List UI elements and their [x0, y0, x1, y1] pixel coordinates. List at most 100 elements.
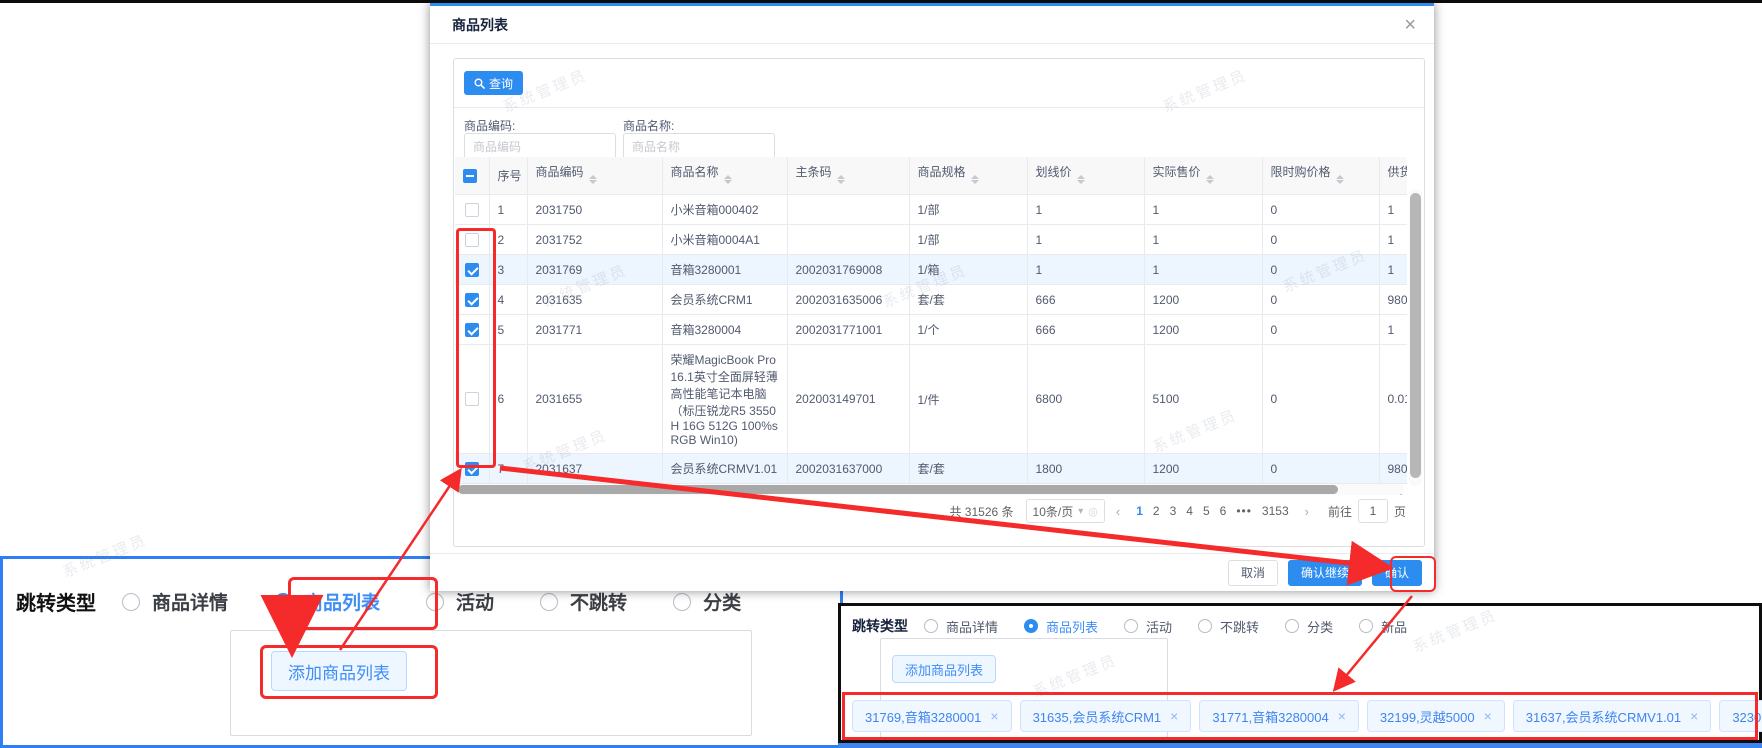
cell-name: 小米音箱000402: [662, 195, 787, 225]
radio-不跳转[interactable]: 不跳转: [1198, 617, 1259, 636]
tag-close-icon[interactable]: ×: [1338, 708, 1346, 724]
radio-circle-icon[interactable]: [1024, 619, 1038, 633]
sort-caret-icon[interactable]: [1336, 171, 1344, 188]
product-name-input[interactable]: [623, 133, 775, 160]
tag-text: 31635,会员系统CRM1: [1033, 707, 1162, 726]
radio-label: 商品详情: [946, 617, 998, 636]
sort-caret-icon[interactable]: [971, 171, 979, 188]
column-header-code[interactable]: 商品编码: [527, 157, 662, 195]
cell-flash_price: 0: [1262, 195, 1379, 225]
horizontal-scrollbar[interactable]: [456, 484, 1404, 495]
radio-商品详情[interactable]: 商品详情: [122, 588, 228, 615]
cell-spec: 套/套: [909, 285, 1027, 315]
page-number-4[interactable]: 4: [1181, 504, 1198, 518]
select-all-checkbox[interactable]: [463, 169, 477, 183]
page-number-6[interactable]: 6: [1215, 504, 1232, 518]
confirm-button[interactable]: 确认: [1372, 560, 1422, 586]
vertical-scrollbar-thumb[interactable]: [1410, 193, 1421, 478]
cell-actual_price: 1200: [1144, 315, 1262, 345]
column-header-spec[interactable]: 商品规格: [909, 157, 1027, 195]
product-code-input[interactable]: [464, 133, 616, 160]
radio-circle-icon[interactable]: [924, 619, 938, 633]
radio-circle-icon[interactable]: [274, 593, 292, 611]
page-number-3153[interactable]: 3153: [1257, 504, 1294, 518]
clear-icon: ◎: [1088, 505, 1098, 518]
radio-活动[interactable]: 活动: [1124, 617, 1172, 636]
radio-label: 新品: [1381, 617, 1407, 636]
jump-type-row-right: 跳转类型 商品详情商品列表活动不跳转分类新品: [852, 616, 1433, 636]
sort-caret-icon[interactable]: [724, 171, 732, 188]
radio-分类[interactable]: 分类: [673, 588, 741, 615]
column-header-barcode[interactable]: 主条码: [787, 157, 909, 195]
radio-商品详情[interactable]: 商品详情: [924, 617, 998, 636]
radio-circle-icon[interactable]: [673, 593, 691, 611]
product-tag: 32199,灵越5000×: [1367, 700, 1505, 732]
page-size-select[interactable]: 10条/页 ▾ ◎: [1026, 499, 1105, 523]
radio-circle-icon[interactable]: [122, 593, 140, 611]
cancel-button[interactable]: 取消: [1228, 560, 1278, 586]
column-header-actual_price[interactable]: 实际售价: [1144, 157, 1262, 195]
query-button[interactable]: 查询: [464, 71, 523, 95]
tag-close-icon[interactable]: ×: [990, 708, 998, 724]
radio-circle-icon[interactable]: [1198, 619, 1212, 633]
radio-circle-icon[interactable]: [540, 593, 558, 611]
page-number-3[interactable]: 3: [1165, 504, 1182, 518]
goto-label: 前往: [1328, 503, 1352, 520]
cell-line_price: 1800: [1027, 454, 1144, 484]
tag-close-icon[interactable]: ×: [1690, 708, 1698, 724]
radio-circle-icon[interactable]: [1359, 619, 1373, 633]
goto-page-input[interactable]: [1358, 499, 1388, 523]
cell-seq: 6: [489, 345, 527, 454]
radio-分类[interactable]: 分类: [1285, 617, 1333, 636]
sort-caret-icon[interactable]: [1206, 171, 1214, 188]
add-product-list-button-left[interactable]: 添加商品列表: [271, 651, 407, 691]
horizontal-scrollbar-thumb[interactable]: [458, 485, 1338, 494]
radio-不跳转[interactable]: 不跳转: [540, 588, 627, 615]
radio-新品[interactable]: 新品: [1359, 617, 1407, 636]
close-icon[interactable]: ×: [1404, 15, 1416, 35]
cell-seq: 1: [489, 195, 527, 225]
sort-caret-icon[interactable]: [837, 171, 845, 188]
column-header-name[interactable]: 商品名称: [662, 157, 787, 195]
row-checkbox[interactable]: [465, 323, 479, 337]
table-row: 32031769音箱328000120020317690081/箱1101: [455, 255, 1407, 285]
cell-flash_price: 0: [1262, 454, 1379, 484]
prev-page-arrow[interactable]: ‹: [1111, 504, 1125, 519]
row-checkbox[interactable]: [465, 462, 479, 476]
row-checkbox[interactable]: [465, 293, 479, 307]
radio-label: 不跳转: [1220, 617, 1259, 636]
page-number-2[interactable]: 2: [1148, 504, 1165, 518]
add-product-list-button-right[interactable]: 添加商品列表: [892, 655, 996, 683]
radio-circle-icon[interactable]: [426, 593, 444, 611]
radio-活动[interactable]: 活动: [426, 588, 494, 615]
table-header-row: 序号商品编码商品名称主条码商品规格划线价实际售价限时购价格供货价: [455, 157, 1407, 195]
cell-line_price: 666: [1027, 285, 1144, 315]
next-page-arrow[interactable]: ›: [1300, 504, 1314, 519]
radio-circle-icon[interactable]: [1285, 619, 1299, 633]
tag-close-icon[interactable]: ×: [1484, 708, 1492, 724]
cell-actual_price: 5100: [1144, 345, 1262, 454]
cell-supply_price: 1: [1379, 315, 1407, 345]
column-header-flash_price[interactable]: 限时购价格: [1262, 157, 1379, 195]
row-checkbox[interactable]: [465, 203, 479, 217]
tag-close-icon[interactable]: ×: [1170, 708, 1178, 724]
sort-caret-icon[interactable]: [589, 171, 597, 188]
vertical-scrollbar[interactable]: [1409, 189, 1422, 486]
row-checkbox[interactable]: [465, 233, 479, 247]
sort-caret-icon[interactable]: [1077, 171, 1085, 188]
column-header-supply_price[interactable]: 供货价: [1379, 157, 1407, 195]
cell-barcode: 2002031769008: [787, 255, 909, 285]
row-checkbox[interactable]: [465, 263, 479, 277]
tag-text: 31769,音箱3280001: [865, 707, 981, 726]
column-header-line_price[interactable]: 划线价: [1027, 157, 1144, 195]
radio-circle-icon[interactable]: [1124, 619, 1138, 633]
cell-code: 2031655: [527, 345, 662, 454]
radio-商品列表[interactable]: 商品列表: [274, 588, 380, 615]
page-number-1[interactable]: 1: [1131, 504, 1148, 518]
confirm-continue-button[interactable]: 确认继续: [1288, 560, 1362, 586]
cell-spec: 套/套: [909, 454, 1027, 484]
row-checkbox[interactable]: [465, 392, 479, 406]
radio-商品列表[interactable]: 商品列表: [1024, 617, 1098, 636]
page-number-5[interactable]: 5: [1198, 504, 1215, 518]
selected-product-tags: 31769,音箱3280001×31635,会员系统CRM1×31771,音箱3…: [852, 700, 1762, 732]
